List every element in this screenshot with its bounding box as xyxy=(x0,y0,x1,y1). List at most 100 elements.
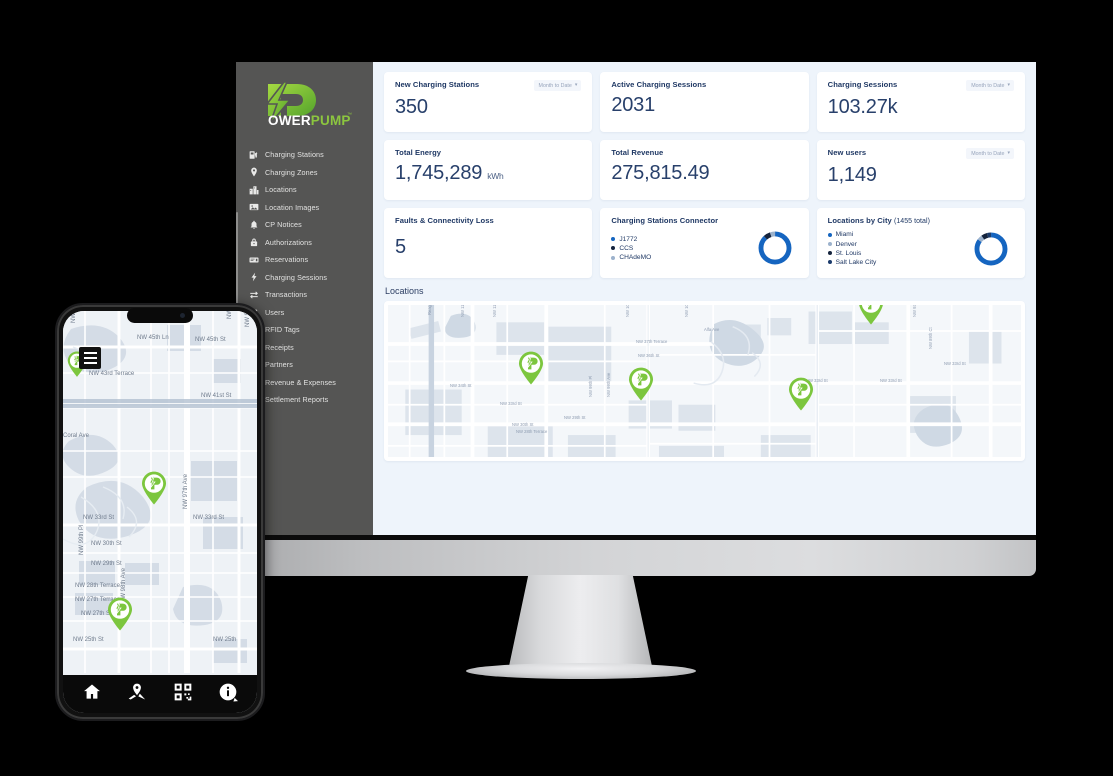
chevron-down-icon: ▾ xyxy=(1007,82,1010,88)
phone-screen: NW 102nd Ave NW 45th Ln NW 45th St NW 94… xyxy=(63,311,257,713)
street-label: NW 93rd St xyxy=(912,304,917,317)
sidebar-item-partners[interactable]: Partners xyxy=(248,356,373,374)
card-locations-by-city: Locations by City (1455 total) Miami Den… xyxy=(816,208,1025,278)
street-label: NW 29th St xyxy=(91,561,122,567)
card-title: Faults & Connectivity Loss xyxy=(395,216,494,225)
card-title: New users xyxy=(827,148,867,157)
card-value: 5 xyxy=(395,237,581,257)
street-label: NW 28th Terrace xyxy=(516,428,548,434)
sidebar-item-label: CP Notices xyxy=(265,220,302,230)
card-value-number: 5 xyxy=(395,236,406,259)
street-label: NW 43rd Terrace xyxy=(89,371,135,377)
sidebar-item-locations[interactable]: Locations xyxy=(248,181,373,199)
street-label: NW 107th Ave xyxy=(625,305,630,317)
street-label: NW 30th St xyxy=(91,541,122,547)
sidebar-item-charging-stations[interactable]: Charging Stations xyxy=(248,146,373,164)
filter-dropdown-month-to-date[interactable]: Month to Date ▾ xyxy=(966,148,1014,159)
location-pin-icon xyxy=(519,351,543,385)
card-total-revenue: Total Revenue 275,815.49 xyxy=(600,140,809,200)
nav-home-button[interactable] xyxy=(81,681,103,703)
street-label: NW 33rd St xyxy=(500,400,522,406)
map-pin-location[interactable] xyxy=(788,377,814,411)
map-pin-location[interactable] xyxy=(107,597,133,631)
image-icon xyxy=(248,202,259,213)
street-label: NW 45th St xyxy=(195,337,226,343)
sidebar-item-transactions[interactable]: Transactions xyxy=(248,286,373,304)
street-label: Reagan Turnpike (Toll road) xyxy=(427,305,432,315)
nav-info-button[interactable] xyxy=(217,681,239,703)
sidebar-item-label: Charging Sessions xyxy=(265,272,328,282)
street-label: NW 104th Ave xyxy=(684,305,689,317)
card-value-unit: kWh xyxy=(487,171,504,182)
sidebar-item-label: Reservations xyxy=(265,255,309,265)
legend-label: J1772 xyxy=(619,235,638,243)
card-value-number: 2031 xyxy=(611,94,656,117)
sidebar-item-rfid-tags[interactable]: RFID Tags xyxy=(248,321,373,339)
card-value-number: 275,815.49 xyxy=(611,162,710,185)
street-label: NW 33rd St xyxy=(944,360,966,366)
monitor-stand-neck xyxy=(508,575,653,671)
phone-map[interactable]: NW 102nd Ave NW 45th Ln NW 45th St NW 94… xyxy=(63,311,257,675)
map-pin-location[interactable] xyxy=(141,471,167,505)
sidebar-item-settlement-reports[interactable]: Settlement Reports xyxy=(248,391,373,409)
street-label: NW 33rd St xyxy=(83,515,115,521)
hamburger-bar xyxy=(83,352,97,354)
legend-label: Denver xyxy=(835,240,857,248)
sidebar-item-cp-notices[interactable]: CP Notices xyxy=(248,216,373,234)
locations-heading: Locations xyxy=(385,285,424,296)
sidebar-item-charging-sessions[interactable]: Charging Sessions xyxy=(248,269,373,287)
nav-qr-scan-button[interactable] xyxy=(172,681,194,703)
card-value: 350 xyxy=(395,97,581,117)
app-logo[interactable]: OWERPUMP ™ xyxy=(236,82,373,128)
street-label: NW 114th Ave xyxy=(492,305,497,317)
map-pin-location[interactable] xyxy=(518,351,544,385)
card-charging-sessions: Charging Sessions Month to Date ▾ 103.27… xyxy=(816,72,1025,132)
ticket-icon xyxy=(248,254,259,265)
home-icon xyxy=(83,684,100,699)
sidebar-item-label: Locations xyxy=(265,185,297,195)
hamburger-menu-button[interactable] xyxy=(79,347,101,369)
cities-donut-chart xyxy=(974,232,1008,266)
card-title: Total Energy xyxy=(395,148,442,157)
chevron-down-icon: ▾ xyxy=(574,82,578,88)
sidebar-item-label: Users xyxy=(265,307,285,317)
card-faults-connectivity-loss: Faults & Connectivity Loss 5 xyxy=(384,208,593,278)
sidebar-item-users[interactable]: Users xyxy=(248,304,373,322)
chevron-down-icon: ▾ xyxy=(1007,150,1010,156)
street-label: NW 99th Ave xyxy=(606,372,611,397)
card-title-total: (1455 total) xyxy=(893,218,930,225)
nav-map-button[interactable] xyxy=(126,681,148,703)
charging-station-icon xyxy=(248,149,259,160)
connector-legend: J1772 CCS CHAdeMO xyxy=(611,236,651,261)
phone-notch xyxy=(127,308,193,323)
sidebar-item-charging-zones[interactable]: Charging Zones xyxy=(248,164,373,182)
sidebar-item-reservations[interactable]: Reservations xyxy=(248,251,373,269)
sidebar-item-authorizations[interactable]: Authorizations xyxy=(248,234,373,252)
map-pin-location[interactable] xyxy=(858,304,884,325)
card-value-number: 1,149 xyxy=(827,164,877,186)
transfer-icon xyxy=(248,289,259,300)
monitor-base-bar xyxy=(236,540,1036,576)
map-pin-location[interactable] xyxy=(628,367,654,401)
filter-label: Month to Date xyxy=(971,150,1005,157)
street-label: NW 99th Pl xyxy=(588,375,593,397)
location-pin-icon xyxy=(108,597,132,631)
sidebar-item-location-images[interactable]: Location Images xyxy=(248,199,373,217)
sidebar-item-receipts[interactable]: Receipts xyxy=(248,339,373,357)
filter-label: Month to Date xyxy=(971,82,1005,89)
street-label: Coral Ave xyxy=(63,433,89,439)
bell-icon xyxy=(248,219,259,230)
info-icon xyxy=(219,683,239,702)
filter-dropdown-month-to-date[interactable]: Month to Date ▾ xyxy=(966,80,1014,91)
street-label: NW 30th St xyxy=(512,421,534,427)
locations-map[interactable]: Reagan Turnpike (Toll road) NW 115th Ave… xyxy=(388,304,1021,457)
sidebar-item-revenue-expenses[interactable]: Revenue & Expenses xyxy=(248,374,373,392)
card-value-number: 103.27k xyxy=(827,96,898,118)
legend-label: St. Louis xyxy=(835,249,862,257)
phone-camera-icon xyxy=(180,313,185,318)
location-pin-icon xyxy=(859,304,883,325)
legend-dot xyxy=(827,260,832,265)
card-title: New Charging Stations xyxy=(395,80,480,89)
filter-dropdown-month-to-date[interactable]: Month to Date ▾ xyxy=(533,80,582,91)
street-label: NW 25th St xyxy=(73,637,104,643)
